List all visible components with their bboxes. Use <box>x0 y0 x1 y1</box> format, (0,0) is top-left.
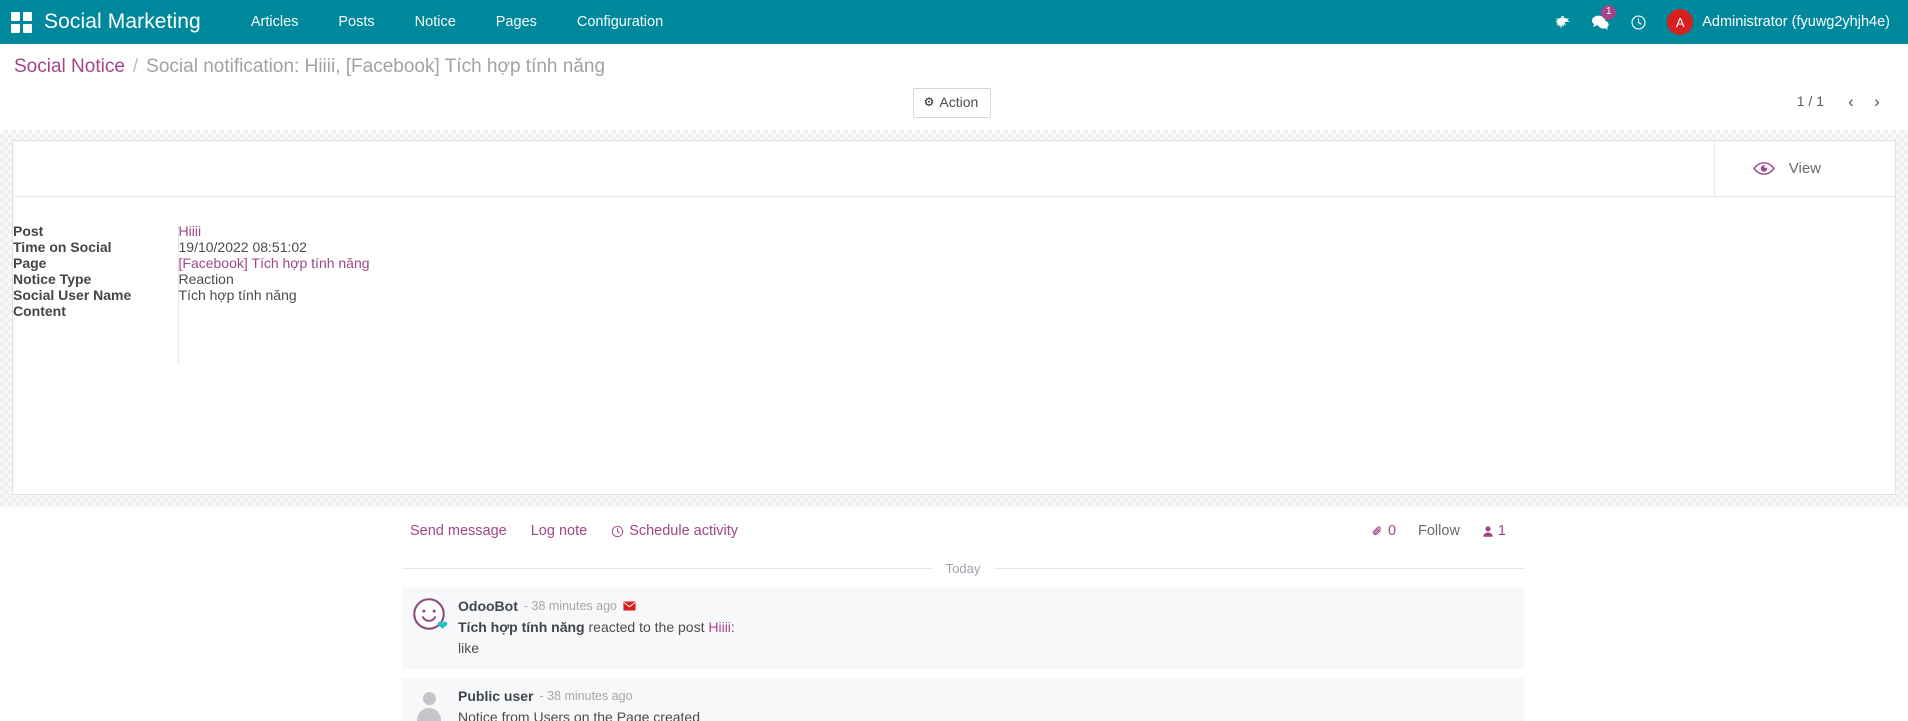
form-fields: Post Hiiii Time on Social 19/10/2022 08:… <box>13 197 1895 363</box>
log-note-button[interactable]: Log note <box>531 523 587 539</box>
message-header: Public user - 38 minutes ago <box>458 687 1514 705</box>
message-reaction-text: like <box>458 640 480 656</box>
app-brand-title[interactable]: Social Marketing <box>44 10 201 34</box>
generic-user-avatar <box>412 687 446 721</box>
user-name-label: Administrator (fyuwg2yhjh4e) <box>1702 14 1890 30</box>
field-value-page-link[interactable]: [Facebook] Tích hợp tính năng <box>179 255 370 271</box>
field-label-notice-type: Notice Type <box>13 271 92 287</box>
action-button-label: Action <box>939 94 979 110</box>
chatter: Send message Log note Schedule activity … <box>0 507 1908 721</box>
form-sheet-background: View Post Hiiii Time on Social 19/10/202… <box>0 130 1908 507</box>
message-author: Public user <box>458 688 534 704</box>
field-row-post: Post Hiiii <box>13 223 1895 239</box>
message-item: Public user - 38 minutes ago Notice from… <box>402 678 1524 721</box>
menu-item-articles[interactable]: Articles <box>231 0 319 44</box>
message-text: Notice from Users on the Page created <box>458 709 701 721</box>
field-value-post: Hiiii <box>177 223 1895 239</box>
main-menu: Articles Posts Notice Pages Configuratio… <box>231 0 683 44</box>
form-sheet: View Post Hiiii Time on Social 19/10/202… <box>12 140 1896 495</box>
avatar: A <box>1667 9 1694 35</box>
menu-item-posts[interactable]: Posts <box>318 0 394 44</box>
control-panel: Social Notice / Social notification: Hii… <box>0 44 1908 130</box>
message-header: OdooBot - 38 minutes ago <box>458 597 1514 615</box>
menu-item-pages[interactable]: Pages <box>476 0 557 44</box>
breadcrumb-current-record: Social notification: Hiiii, [Facebook] T… <box>146 56 606 77</box>
eye-icon <box>1752 161 1775 176</box>
message-author: OdooBot <box>458 598 518 614</box>
field-row-notice-type: Notice Type Reaction <box>13 271 1895 287</box>
field-row-content: Content <box>13 303 1895 363</box>
menu-item-configuration[interactable]: Configuration <box>557 0 683 44</box>
pager: 1 / 1 ‹ › <box>1797 88 1890 114</box>
field-value-social-user-name[interactable]: Tích hợp tính năng <box>177 287 1895 303</box>
field-label-time-on-social: Time on Social <box>13 239 112 255</box>
breadcrumb-root-link[interactable]: Social Notice <box>14 56 125 78</box>
user-icon <box>1482 525 1494 538</box>
field-row-social-user-name: Social User Name Tích hợp tính năng <box>13 287 1895 303</box>
envelope-icon <box>623 601 636 611</box>
clock-icon <box>611 525 624 538</box>
stat-button-view-label: View <box>1788 160 1821 177</box>
day-separator-label: Today <box>945 561 981 576</box>
schedule-activity-button[interactable]: Schedule activity <box>611 523 738 539</box>
field-label-page: Page <box>13 255 47 271</box>
breadcrumb: Social Notice / Social notification: Hii… <box>0 44 1908 88</box>
breadcrumb-separator: / <box>132 56 139 77</box>
activity-clock-icon[interactable] <box>1619 0 1657 44</box>
message-body: Public user - 38 minutes ago Notice from… <box>458 687 1514 721</box>
message-post-link[interactable]: Hiiii <box>708 619 731 635</box>
stat-button-view[interactable]: View <box>1713 141 1895 196</box>
field-row-time-on-social: Time on Social 19/10/2022 08:51:02 <box>13 239 1895 255</box>
day-separator-line-left <box>402 568 932 569</box>
top-navbar: Social Marketing Articles Posts Notice P… <box>0 0 1908 44</box>
field-value-post-link[interactable]: Hiiii <box>179 223 202 239</box>
messages-icon[interactable]: 1 <box>1581 0 1619 44</box>
day-separator: Today <box>402 553 1525 588</box>
field-label-post: Post <box>13 223 44 239</box>
schedule-activity-label: Schedule activity <box>629 523 738 539</box>
message-text: Tích hợp tính năng reacted to the post H… <box>458 615 1514 637</box>
action-toolbar: ⚙ Action 1 / 1 ‹ › <box>0 88 1908 130</box>
field-row-page: Page [Facebook] Tích hợp tính năng <box>13 255 1895 271</box>
attachments-counter[interactable]: 0 <box>1371 523 1396 539</box>
pager-value: 1 / 1 <box>1796 93 1824 109</box>
field-value-time-on-social[interactable]: 19/10/2022 08:51:02 <box>177 239 1895 255</box>
paperclip-icon <box>1371 525 1384 538</box>
apps-grid-icon[interactable] <box>10 11 32 33</box>
stat-button-bar: View <box>13 141 1895 197</box>
message-text-bold: Tích hợp tính năng <box>458 619 585 635</box>
message-timestamp: - 38 minutes ago <box>539 689 633 703</box>
message-body: OdooBot - 38 minutes ago Tích hợp tính n… <box>458 597 1514 658</box>
gear-icon: ⚙ <box>923 95 935 109</box>
heart-badge-icon: ❤ <box>437 618 448 633</box>
pager-previous-button[interactable]: ‹ <box>1838 88 1864 114</box>
message-thread: Today ❤ OdooBot - 38 minutes ago Tích hợ… <box>0 553 1908 721</box>
message-text-end: : <box>730 619 735 635</box>
field-value-content[interactable] <box>177 303 1895 363</box>
bug-icon[interactable] <box>1543 0 1581 44</box>
message-text-mid: reacted to the post <box>584 619 709 635</box>
send-message-button[interactable]: Send message <box>410 523 507 539</box>
field-value-page: [Facebook] Tích hợp tính năng <box>177 255 1895 271</box>
attachments-count: 0 <box>1387 523 1397 539</box>
action-button[interactable]: ⚙ Action <box>912 88 992 118</box>
messages-badge: 1 <box>1601 5 1617 20</box>
field-value-notice-type[interactable]: Reaction <box>177 271 1895 287</box>
pager-next-button[interactable]: › <box>1864 88 1890 114</box>
message-timestamp: - 38 minutes ago <box>523 599 617 613</box>
followers-count: 1 <box>1497 523 1506 539</box>
message-item: ❤ OdooBot - 38 minutes ago Tích hợp tính… <box>402 588 1524 669</box>
odoobot-smiley-avatar: ❤ <box>412 597 448 633</box>
navbar-system-tray: 1 A Administrator (fyuwg2yhjh4e) <box>1543 0 1894 44</box>
chatter-toolbar: Send message Log note Schedule activity … <box>0 507 1908 553</box>
follow-button[interactable]: Follow <box>1418 523 1460 539</box>
field-label-social-user-name: Social User Name <box>13 287 132 303</box>
followers-counter[interactable]: 1 <box>1482 523 1506 539</box>
chatter-meta: 0 Follow 1 <box>1371 523 1890 539</box>
field-label-content: Content <box>13 303 66 319</box>
menu-item-notice[interactable]: Notice <box>395 0 476 44</box>
user-menu[interactable]: A Administrator (fyuwg2yhjh4e) <box>1667 9 1894 35</box>
day-separator-line-right <box>994 568 1525 569</box>
